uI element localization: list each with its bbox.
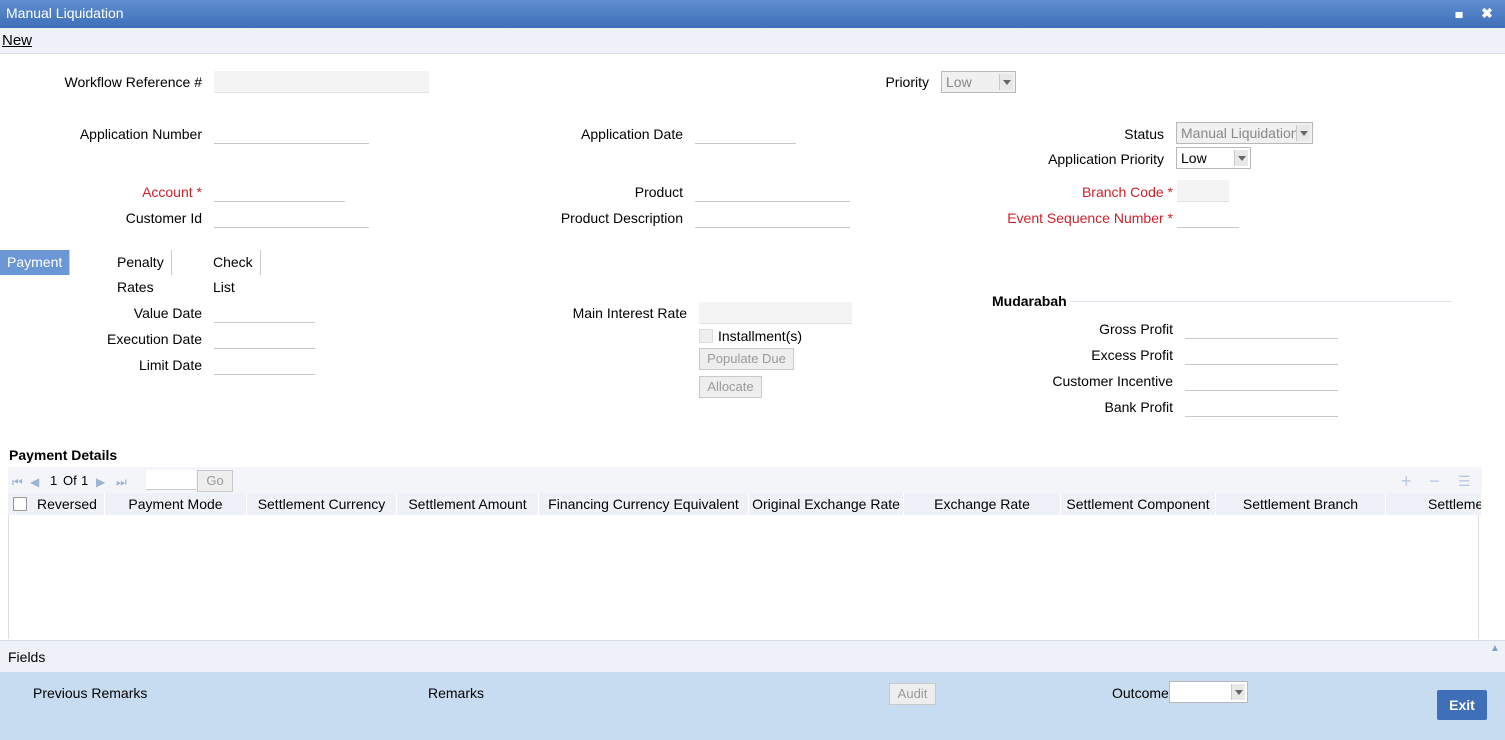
chevron-down-icon xyxy=(999,74,1013,90)
col-settlement-currency[interactable]: Settlement Currency xyxy=(247,493,397,515)
limit-date-label: Limit Date xyxy=(138,357,202,373)
status-label: Status xyxy=(1124,126,1164,142)
footer-panel: Previous Remarks Remarks Audit Outcome xyxy=(0,672,1505,740)
title-bar: Manual Liquidation ▄ ✖ xyxy=(0,0,1505,28)
account-field[interactable] xyxy=(214,182,345,202)
select-all-checkbox[interactable] xyxy=(13,497,27,511)
page-total: 1 xyxy=(81,473,89,488)
col-settlement-amount[interactable]: Settlement Amount xyxy=(397,493,539,515)
grid-toolbar: ⏮ ◀ 1 Of 1 ▶ ⏭ Go + − ☰ xyxy=(8,467,1482,493)
execution-date-label: Execution Date xyxy=(107,331,202,347)
priority-value: Low xyxy=(946,74,972,90)
col-exchange-rate[interactable]: Exchange Rate xyxy=(904,493,1061,515)
event-sequence-field[interactable] xyxy=(1177,208,1239,228)
main-interest-rate-label: Main Interest Rate xyxy=(572,305,687,321)
workflow-ref-label: Workflow Reference # xyxy=(64,74,202,90)
excess-profit-label: Excess Profit xyxy=(1091,347,1173,363)
page-current: 1 xyxy=(50,473,58,488)
customer-incentive-field[interactable] xyxy=(1185,371,1338,391)
chevron-down-icon xyxy=(1234,150,1248,166)
priority-select[interactable]: Low xyxy=(941,71,1016,93)
exit-button[interactable]: Exit xyxy=(1437,690,1487,720)
col-financing-currency-equivalent[interactable]: Financing Currency Equivalent xyxy=(539,493,749,515)
window-title: Manual Liquidation xyxy=(6,5,124,21)
remove-row-icon[interactable]: − xyxy=(1429,471,1440,492)
execution-date-field[interactable] xyxy=(214,329,315,349)
application-priority-value: Low xyxy=(1181,150,1207,166)
col-settlement-truncated[interactable]: Settleme xyxy=(1386,493,1482,515)
tab-payment-details[interactable]: Payment Details xyxy=(0,250,71,295)
application-date-field[interactable] xyxy=(695,124,796,144)
mudarabah-title: Mudarabah xyxy=(992,293,1067,309)
status-select[interactable]: Manual Liquidation xyxy=(1176,122,1313,144)
grid-title: Payment Details xyxy=(9,447,118,463)
previous-remarks-label[interactable]: Previous Remarks xyxy=(33,685,147,701)
application-priority-label: Application Priority xyxy=(1048,151,1164,167)
value-date-field[interactable] xyxy=(214,303,315,323)
application-number-field[interactable] xyxy=(214,124,369,144)
account-label: Account * xyxy=(142,184,202,200)
tab-check-list[interactable]: Check List xyxy=(206,250,261,295)
col-payment-mode[interactable]: Payment Mode xyxy=(105,493,247,515)
close-icon[interactable]: ✖ xyxy=(1478,4,1496,22)
excess-profit-field[interactable] xyxy=(1185,345,1338,365)
customer-id-field[interactable] xyxy=(214,208,369,228)
add-row-icon[interactable]: + xyxy=(1401,471,1412,492)
workflow-ref-field[interactable] xyxy=(214,71,429,93)
go-button[interactable]: Go xyxy=(197,470,233,492)
col-settlement-component[interactable]: Settlement Component xyxy=(1061,493,1216,515)
status-value: Manual Liquidation xyxy=(1181,125,1299,141)
application-priority-select[interactable]: Low xyxy=(1176,147,1251,169)
event-sequence-label: Event Sequence Number * xyxy=(1007,210,1173,226)
minimize-icon[interactable]: ▄ xyxy=(1450,4,1468,22)
page-number-input[interactable] xyxy=(146,470,196,490)
fields-label[interactable]: Fields xyxy=(8,649,45,665)
columns-icon[interactable]: ☰ xyxy=(1458,473,1471,490)
priority-label: Priority xyxy=(885,74,929,90)
customer-incentive-label: Customer Incentive xyxy=(1052,373,1173,389)
limit-date-field[interactable] xyxy=(214,355,315,375)
customer-id-label: Customer Id xyxy=(125,210,202,226)
menu-bar: New xyxy=(0,28,1505,54)
allocate-button[interactable]: Allocate xyxy=(699,376,762,398)
gross-profit-label: Gross Profit xyxy=(1099,321,1173,337)
main-interest-rate-field[interactable] xyxy=(699,302,852,324)
application-date-label: Application Date xyxy=(581,126,683,142)
prev-page-icon[interactable]: ◀ xyxy=(30,475,39,489)
grid-header: Reversed Payment Mode Settlement Currenc… xyxy=(8,493,1482,515)
first-page-icon[interactable]: ⏮ xyxy=(12,475,23,490)
gross-profit-field[interactable] xyxy=(1185,319,1338,339)
last-page-icon[interactable]: ⏭ xyxy=(116,475,127,490)
product-field[interactable] xyxy=(695,182,850,202)
col-settlement-branch[interactable]: Settlement Branch xyxy=(1216,493,1386,515)
col-reversed[interactable]: Reversed xyxy=(8,493,105,515)
grid-body xyxy=(8,515,1479,639)
audit-button[interactable]: Audit xyxy=(889,683,936,705)
branch-code-label: Branch Code * xyxy=(1081,184,1173,200)
chevron-down-icon xyxy=(1231,684,1245,700)
col-original-exchange-rate[interactable]: Original Exchange Rate xyxy=(749,493,904,515)
bank-profit-label: Bank Profit xyxy=(1104,399,1173,415)
chevron-down-icon xyxy=(1296,125,1310,141)
next-page-icon[interactable]: ▶ xyxy=(96,475,105,489)
remarks-label[interactable]: Remarks xyxy=(428,685,484,701)
fields-bar: Fields ▲ xyxy=(0,640,1505,672)
outcome-label: Outcome xyxy=(1112,685,1169,701)
application-number-label: Application Number xyxy=(79,126,202,142)
new-link[interactable]: New xyxy=(2,32,32,49)
branch-code-field[interactable] xyxy=(1177,180,1229,202)
populate-due-button[interactable]: Populate Due xyxy=(699,348,794,370)
installments-checkbox[interactable] xyxy=(699,329,713,343)
value-date-label: Value Date xyxy=(133,305,202,321)
product-description-field[interactable] xyxy=(695,208,850,228)
chevron-up-icon[interactable]: ▲ xyxy=(1490,643,1500,654)
product-description-label: Product Description xyxy=(560,210,683,226)
tab-penalty-rates[interactable]: Penalty Rates xyxy=(110,250,172,295)
outcome-select[interactable] xyxy=(1169,681,1248,703)
bank-profit-field[interactable] xyxy=(1185,397,1338,417)
page-of: Of xyxy=(63,473,77,488)
product-label: Product xyxy=(634,184,683,200)
installments-label: Installment(s) xyxy=(718,328,803,344)
mudarabah-divider xyxy=(1070,301,1452,302)
